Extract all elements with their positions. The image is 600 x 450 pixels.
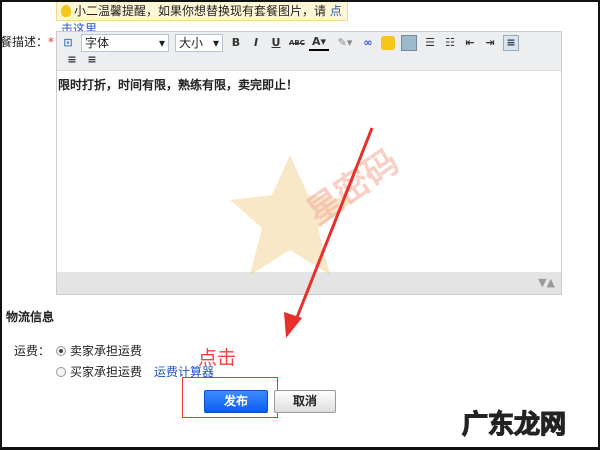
publish-button[interactable]: 发布 xyxy=(204,390,268,413)
corner-watermark: 广东龙网 xyxy=(461,409,567,440)
radio-selected[interactable] xyxy=(56,346,66,356)
cancel-button[interactable]: 取消 xyxy=(274,390,336,413)
click-annotation: 点击 xyxy=(198,347,237,369)
shipping-label: 运费： xyxy=(14,344,51,358)
seller-pays-option[interactable]: 卖家承担运费 xyxy=(56,342,142,359)
red-arrow xyxy=(284,127,374,338)
logistics-title: 物流信息 xyxy=(6,310,55,324)
radio-unselected[interactable] xyxy=(56,367,66,377)
